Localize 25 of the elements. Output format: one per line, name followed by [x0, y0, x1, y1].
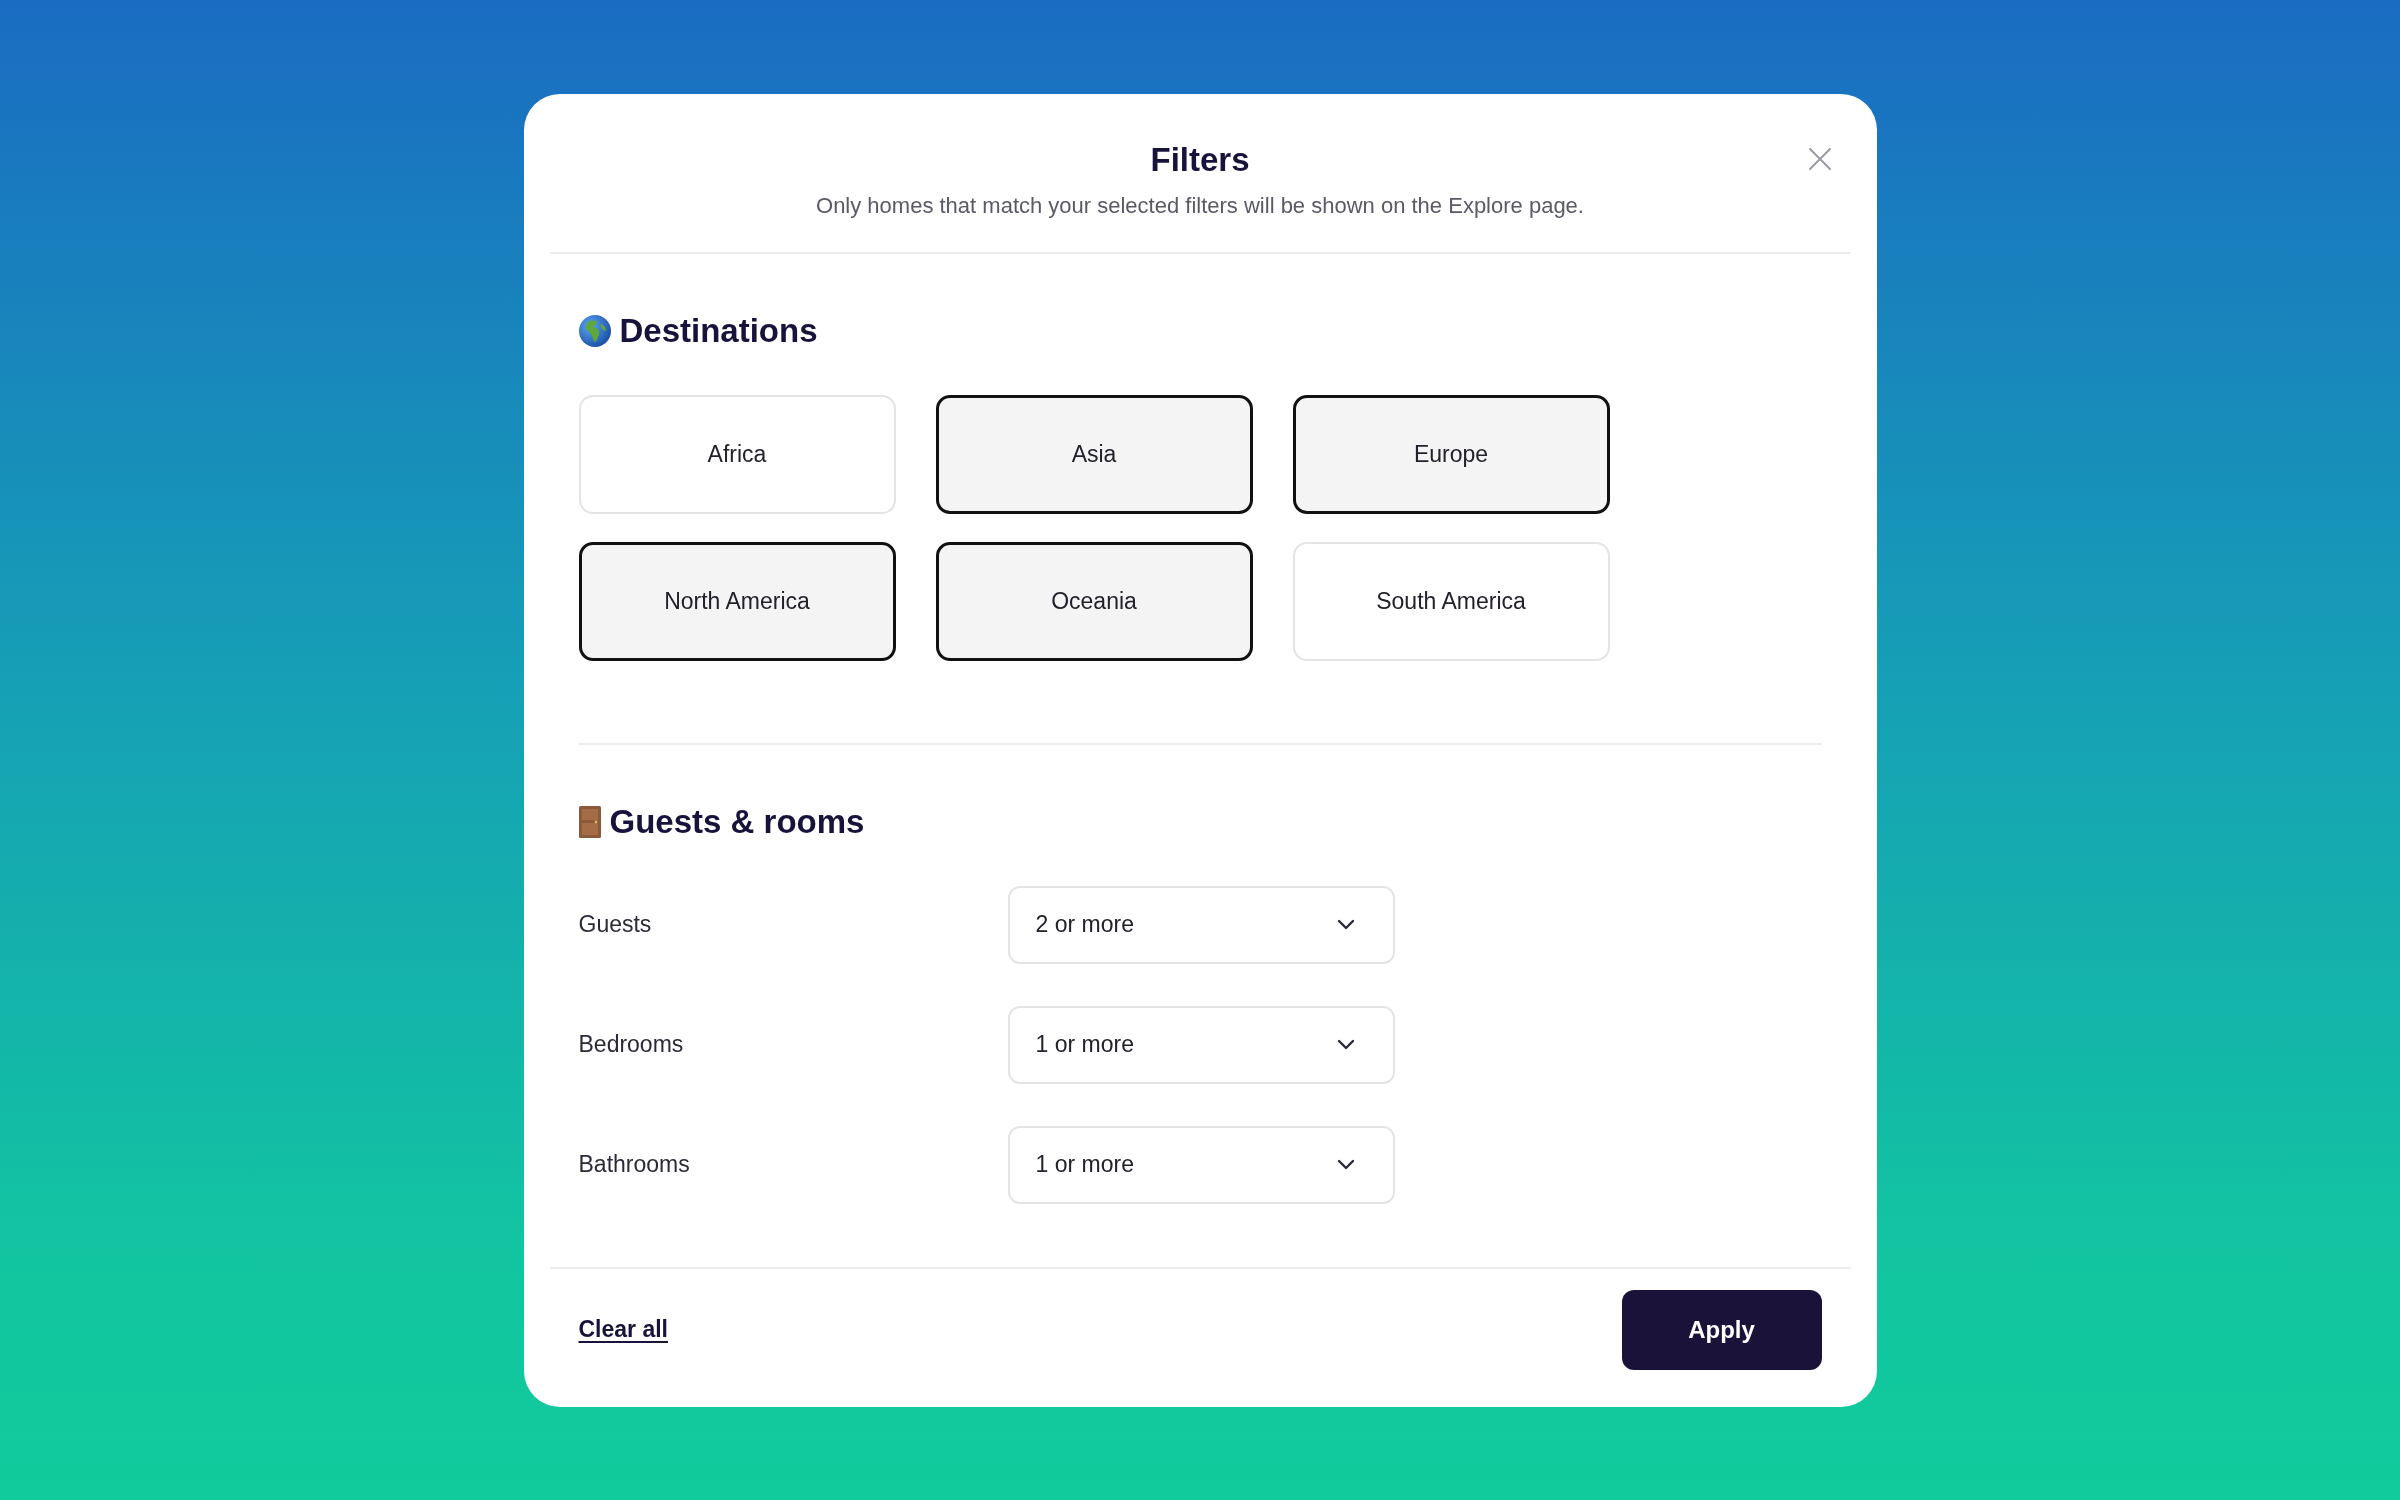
select-dropdown[interactable]: 1 or more	[1007, 1005, 1395, 1084]
destination-option[interactable]: Oceania	[935, 541, 1253, 661]
clear-all-link[interactable]: Clear all	[578, 1312, 668, 1347]
field-label: Bedrooms	[578, 1030, 685, 1060]
destination-option[interactable]: Europe	[1292, 394, 1610, 514]
select-dropdown[interactable]: 2 or more	[1007, 885, 1395, 964]
dialog-subtitle: Only homes that match your selected filters will be shown on the Explore page.	[816, 191, 1584, 220]
destination-option[interactable]: Asia	[935, 394, 1253, 514]
destination-option[interactable]: Africa	[578, 394, 896, 514]
chevron-down-icon	[1336, 1039, 1355, 1050]
select-dropdown[interactable]: 1 or more	[1007, 1125, 1395, 1204]
destination-option[interactable]: North America	[578, 541, 896, 661]
field-label: Guests	[578, 910, 653, 940]
close-icon	[1807, 146, 1832, 171]
apply-button[interactable]: Apply	[1621, 1289, 1822, 1370]
dialog-title: Filters	[1150, 139, 1250, 180]
chevron-down-icon	[1336, 919, 1355, 930]
section-heading: Destinations	[619, 310, 818, 351]
door-icon	[578, 805, 601, 838]
field-label: Bathrooms	[578, 1150, 691, 1180]
destination-option[interactable]: South America	[1292, 541, 1610, 661]
chevron-down-icon	[1336, 1159, 1355, 1170]
section-heading: Guests & rooms	[609, 801, 865, 842]
globe-icon	[578, 314, 611, 347]
close-button[interactable]	[1806, 145, 1833, 172]
